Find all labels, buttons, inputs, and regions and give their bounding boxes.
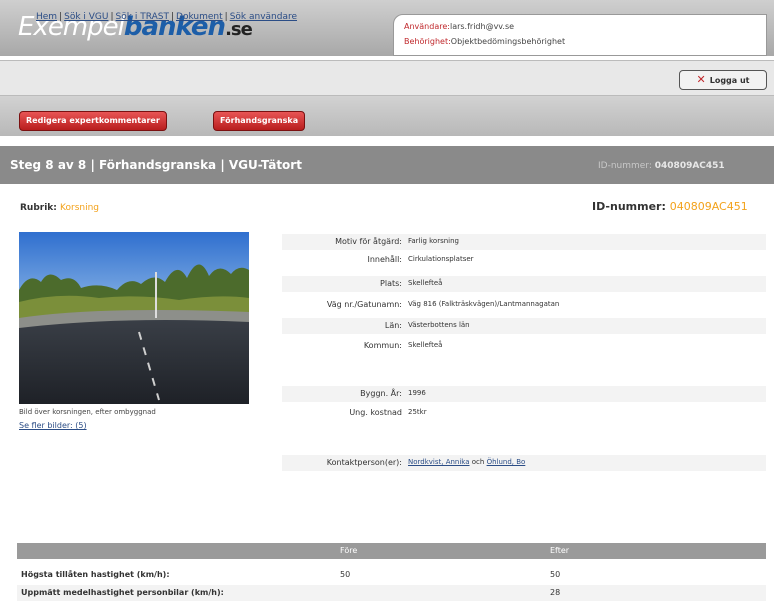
user-row: Användare:lars.fridh@vv.se — [404, 22, 515, 31]
table-row: Högsta tillåten hastighet (km/h): 50 50 — [21, 570, 561, 579]
record-id: ID-nummer: 040809AC451 — [592, 200, 748, 213]
auth-row: Behörighet:Objektbedömingsbehörighet — [404, 37, 566, 46]
preview-button[interactable]: Förhandsgranska — [213, 111, 306, 131]
table-header: Före Efter — [17, 543, 766, 559]
nav-link-search-users[interactable]: Sök användare — [230, 12, 297, 22]
more-pictures-link[interactable]: Se fler bilder: (5) — [19, 421, 87, 430]
rubrik: Rubrik: Korsning — [20, 203, 100, 213]
contact-link-nordkvist[interactable]: Nordkvist, Annika — [408, 458, 470, 466]
detail-row: Kommun: Skellefteå — [363, 341, 443, 350]
detail-row: Innehåll: Cirkulationsplatser — [367, 255, 474, 264]
table-row: Uppmätt medelhastighet personbilar (km/h… — [17, 585, 766, 601]
nav-link-documents[interactable]: Dokument — [176, 12, 223, 22]
detail-row: Län: Västerbottens län — [282, 318, 766, 334]
intersection-photo[interactable] — [19, 232, 249, 404]
user-info-box: Användare:lars.fridh@vv.se Behörighet:Ob… — [393, 14, 767, 56]
column-before: Före — [340, 546, 358, 555]
close-icon: ✕ — [696, 73, 706, 86]
nav-link-search-trast[interactable]: Sök i TRAST — [116, 12, 169, 22]
contact-link-ohlund[interactable]: Öhlund, Bo — [487, 458, 526, 466]
nav-bar — [0, 60, 774, 96]
detail-row: Motiv för åtgärd: Farlig korsning — [282, 234, 766, 250]
nav-links: Hem | Sök i VGU | Sök i TRAST | Dokument | Sök a… — [36, 12, 298, 22]
photo-caption: Bild över korsningen, efter ombyggnad — [19, 408, 156, 416]
nav-link-search-vgu[interactable]: Sök i VGU — [64, 12, 108, 22]
column-after: Efter — [550, 546, 570, 555]
detail-row: Byggn. År: 1996 — [282, 386, 766, 402]
step-id: ID-nummer: 040809AC451 — [598, 161, 725, 171]
step-title: Steg 8 av 8 | Förhandsgranska | VGU-Täto… — [10, 158, 302, 172]
detail-row: Ung. kostnad 25tkr — [349, 408, 427, 417]
detail-row: Väg nr./Gatunamn: Väg 816 (Falkträskvägen… — [326, 300, 560, 309]
nav-link-home[interactable]: Hem — [36, 12, 57, 22]
contact-row: Kontaktperson(er): Nordkvist, Annika och… — [282, 455, 766, 471]
logout-button[interactable]: ✕ Logga ut — [679, 70, 767, 90]
photo-image — [19, 232, 249, 404]
edit-expert-comments-button[interactable]: Redigera expertkommentarer — [19, 111, 167, 131]
detail-row: Plats: Skellefteå — [282, 276, 766, 292]
